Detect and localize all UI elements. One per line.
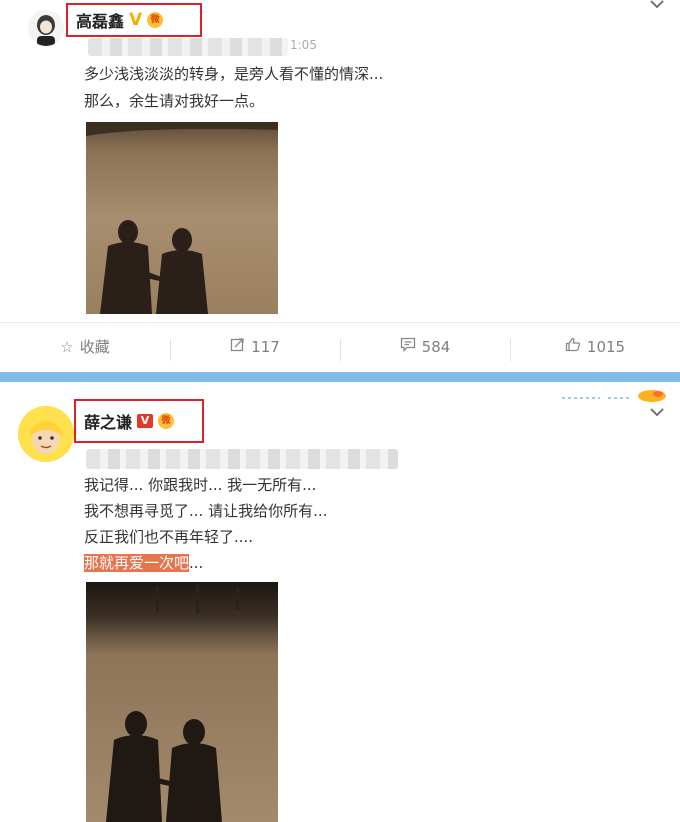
like-count: 1015	[586, 337, 626, 356]
decoration-icon	[562, 390, 666, 402]
username[interactable]: 薛之谦	[84, 409, 132, 433]
repost-count: 117	[251, 337, 280, 356]
verified-icon: V	[129, 10, 143, 30]
post-text-line: 反正我们也不再年轻了....	[84, 528, 254, 546]
repost-icon	[230, 337, 245, 356]
chevron-down-icon[interactable]	[648, 404, 666, 422]
post-divider	[0, 372, 680, 382]
post-text-line: 多少浅浅淡淡的转身，是旁人看不懂的情深...	[84, 65, 384, 83]
post-photo[interactable]	[86, 582, 278, 822]
shadow-photo	[86, 122, 278, 314]
favorite-label: 收藏	[79, 338, 110, 356]
post-meta-blurred	[88, 38, 288, 56]
avatar[interactable]	[18, 406, 74, 462]
repost-button[interactable]: 117	[170, 337, 340, 361]
thumb-up-icon	[565, 337, 581, 356]
member-badge-icon: 微	[158, 413, 175, 429]
username[interactable]: 高磊鑫	[76, 8, 124, 32]
verified-icon: V	[137, 414, 154, 428]
post-meta-blurred	[86, 449, 398, 469]
username-highlight: 薛之谦 V 微	[74, 399, 204, 443]
like-button[interactable]: 1015	[510, 337, 680, 361]
chevron-down-icon[interactable]	[648, 0, 666, 14]
comment-count: 584	[421, 337, 451, 356]
post-photo[interactable]	[86, 122, 278, 314]
highlighted-text: 那就再爱一次吧	[84, 554, 190, 572]
star-outline-icon: ☆	[60, 337, 74, 356]
favorite-button[interactable]: ☆ 收藏	[0, 336, 170, 357]
avatar-image	[18, 406, 74, 462]
post-text-line: 我记得... 你跟我时... 我一无所有...	[84, 476, 317, 494]
post-1: 高磊鑫 V 微 1:05 多少浅浅淡淡的转身，是旁人看不懂的情深... 那么，余…	[0, 0, 680, 370]
weibo-feed: 高磊鑫 V 微 1:05 多少浅浅淡淡的转身，是旁人看不懂的情深... 那么，余…	[0, 0, 680, 822]
ellipsis-text: ...	[189, 554, 204, 572]
comment-icon	[400, 337, 416, 356]
action-bar: ☆ 收藏 117 584 1015	[0, 322, 680, 370]
member-badge-icon: 微	[147, 12, 164, 28]
post-text-line: 我不想再寻觅了... 请让我给你所有...	[84, 502, 328, 520]
post-text-line: 那么，余生请对我好一点。	[84, 92, 265, 110]
post-time: 1:05	[290, 38, 317, 52]
avatar-image	[28, 10, 64, 46]
shadow-photo	[86, 582, 278, 822]
comment-button[interactable]: 584	[340, 337, 510, 361]
post-text-line: 那就再爱一次吧...	[84, 550, 203, 577]
avatar[interactable]	[28, 10, 64, 46]
username-highlight: 高磊鑫 V 微	[66, 3, 202, 37]
